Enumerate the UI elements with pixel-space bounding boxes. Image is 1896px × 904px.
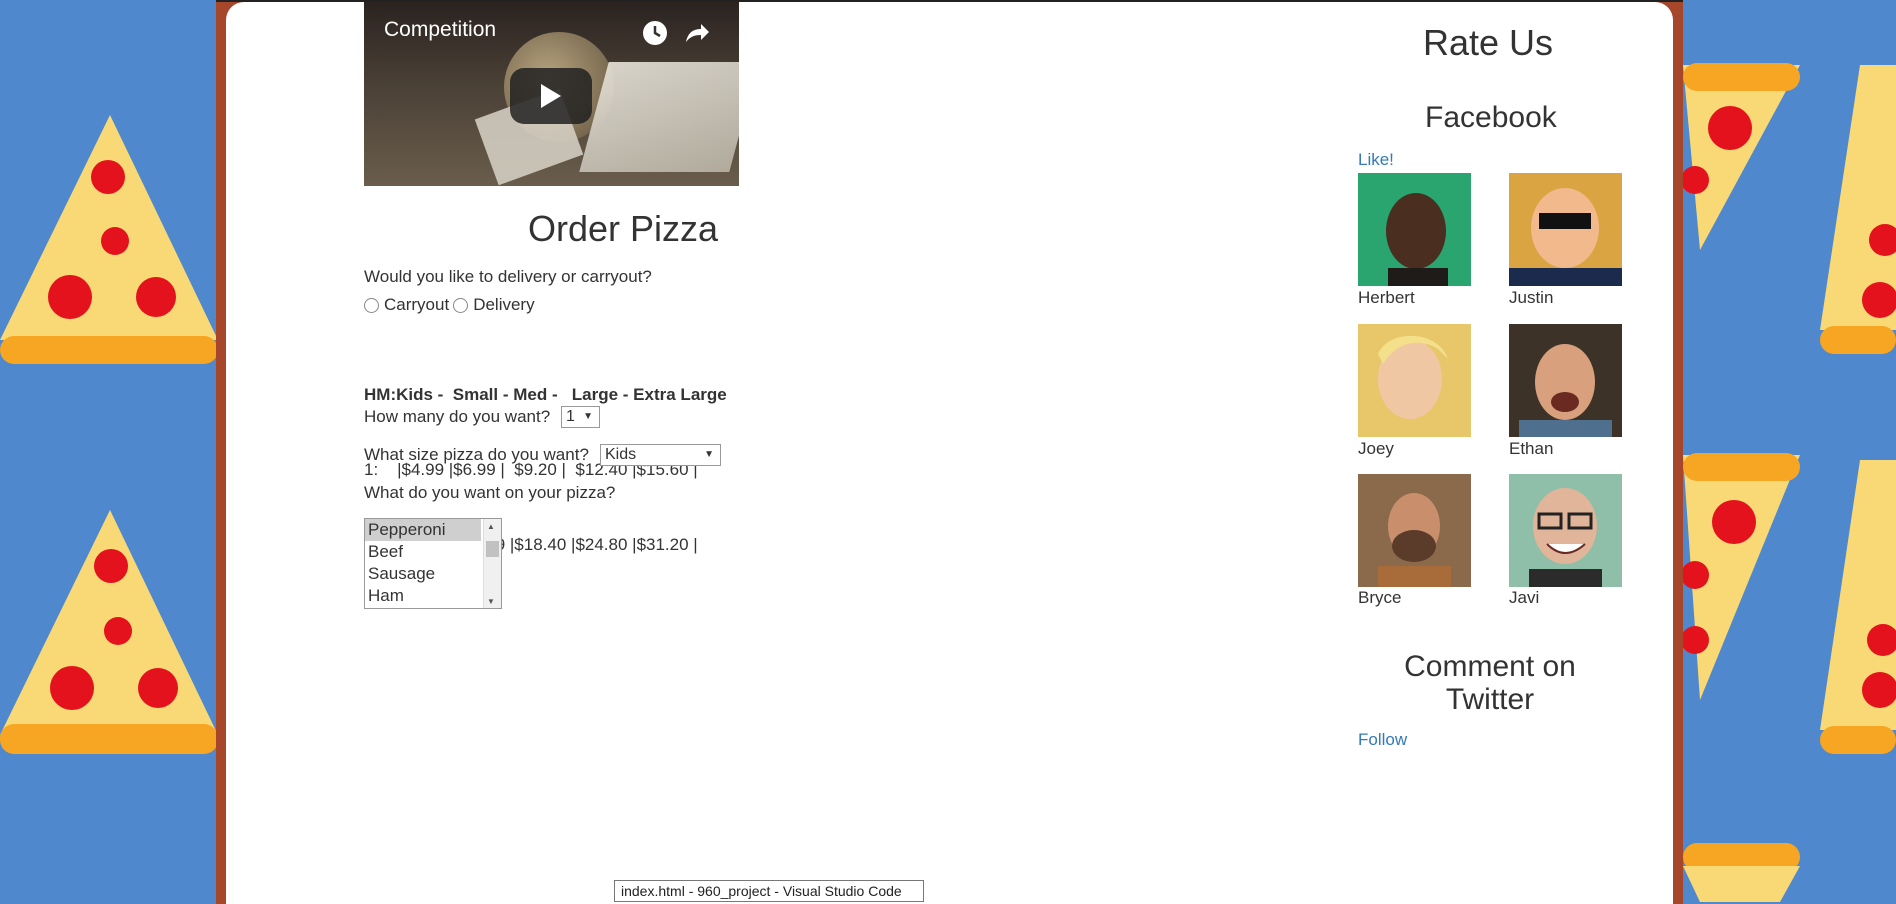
toppings-listbox[interactable]: Pepperoni Beef Sausage Ham ▲ ▼ xyxy=(364,518,502,609)
pizza-slice-icon xyxy=(1681,63,1800,250)
avatar[interactable] xyxy=(1509,474,1622,587)
facebook-like-link[interactable]: Like! xyxy=(1358,150,1394,170)
size-question: What size pizza do you want? xyxy=(364,445,589,464)
carryout-label[interactable]: Carryout xyxy=(384,295,449,315)
avatar[interactable] xyxy=(1358,173,1471,286)
topping-option[interactable]: Pepperoni xyxy=(365,519,481,541)
pizza-slice-icon xyxy=(0,510,218,754)
pizza-slice-icon xyxy=(1820,65,1896,354)
pizza-slice-icon xyxy=(1820,460,1896,754)
pizza-slice-icon xyxy=(1681,453,1800,700)
avatar-name: Javi xyxy=(1509,588,1540,607)
scroll-up-icon[interactable]: ▲ xyxy=(487,522,495,531)
pizza-slice-icon xyxy=(0,115,218,364)
delivery-label[interactable]: Delivery xyxy=(473,295,534,315)
video-thumbnail-boxes xyxy=(579,62,739,172)
carryout-radio[interactable] xyxy=(364,297,379,313)
avatar[interactable] xyxy=(1509,324,1622,437)
size-select[interactable]: Kids ▼ xyxy=(600,444,721,466)
facebook-title: Facebook xyxy=(1425,101,1557,134)
topping-option[interactable]: Ham xyxy=(365,585,481,607)
scroll-down-icon[interactable]: ▼ xyxy=(487,597,495,606)
topping-option[interactable]: Beef xyxy=(365,541,481,563)
avatar-name: Justin xyxy=(1509,288,1554,307)
share-icon[interactable] xyxy=(682,18,712,48)
toppings-question: What do you want on your pizza? xyxy=(364,483,616,502)
order-title: Order Pizza xyxy=(528,208,719,249)
quantity-value: 1 xyxy=(566,408,575,425)
delivery-radio[interactable] xyxy=(453,297,469,313)
price-table-header: HM:Kids - Small - Med - Large - Extra La… xyxy=(364,385,727,404)
avatar-name: Ethan xyxy=(1509,439,1554,458)
twitter-title: Comment on Twitter xyxy=(1404,650,1576,716)
delivery-options: Carryout Delivery xyxy=(364,295,535,315)
scrollbar-thumb[interactable] xyxy=(486,541,499,557)
chevron-down-icon: ▼ xyxy=(704,449,714,460)
video-player[interactable]: Competition xyxy=(364,2,739,186)
play-button[interactable] xyxy=(510,68,592,124)
avatar[interactable] xyxy=(1358,324,1471,437)
rate-title: Rate Us xyxy=(1423,22,1554,63)
twitter-follow-link[interactable]: Follow xyxy=(1358,730,1407,750)
listbox-scrollbar[interactable]: ▲ ▼ xyxy=(483,519,501,608)
quantity-question: How many do you want? xyxy=(364,407,551,426)
avatar-name: Bryce xyxy=(1358,588,1402,607)
topping-option[interactable]: Sausage xyxy=(365,563,481,585)
clock-icon[interactable] xyxy=(640,18,670,48)
chevron-down-icon: ▼ xyxy=(583,411,593,422)
avatar[interactable] xyxy=(1358,474,1471,587)
pizza-slice-icon xyxy=(1683,843,1800,902)
avatar[interactable] xyxy=(1509,173,1622,286)
video-title[interactable]: Competition xyxy=(384,18,496,42)
size-value: Kids xyxy=(605,446,637,463)
play-icon xyxy=(541,84,561,108)
avatar-name: Joey xyxy=(1358,439,1394,458)
delivery-question: Would you like to delivery or carryout? xyxy=(364,267,652,286)
quantity-select[interactable]: 1 ▼ xyxy=(561,406,600,428)
avatar-name: Herbert xyxy=(1358,288,1415,307)
taskbar-tooltip: index.html - 960_project - Visual Studio… xyxy=(614,880,924,902)
